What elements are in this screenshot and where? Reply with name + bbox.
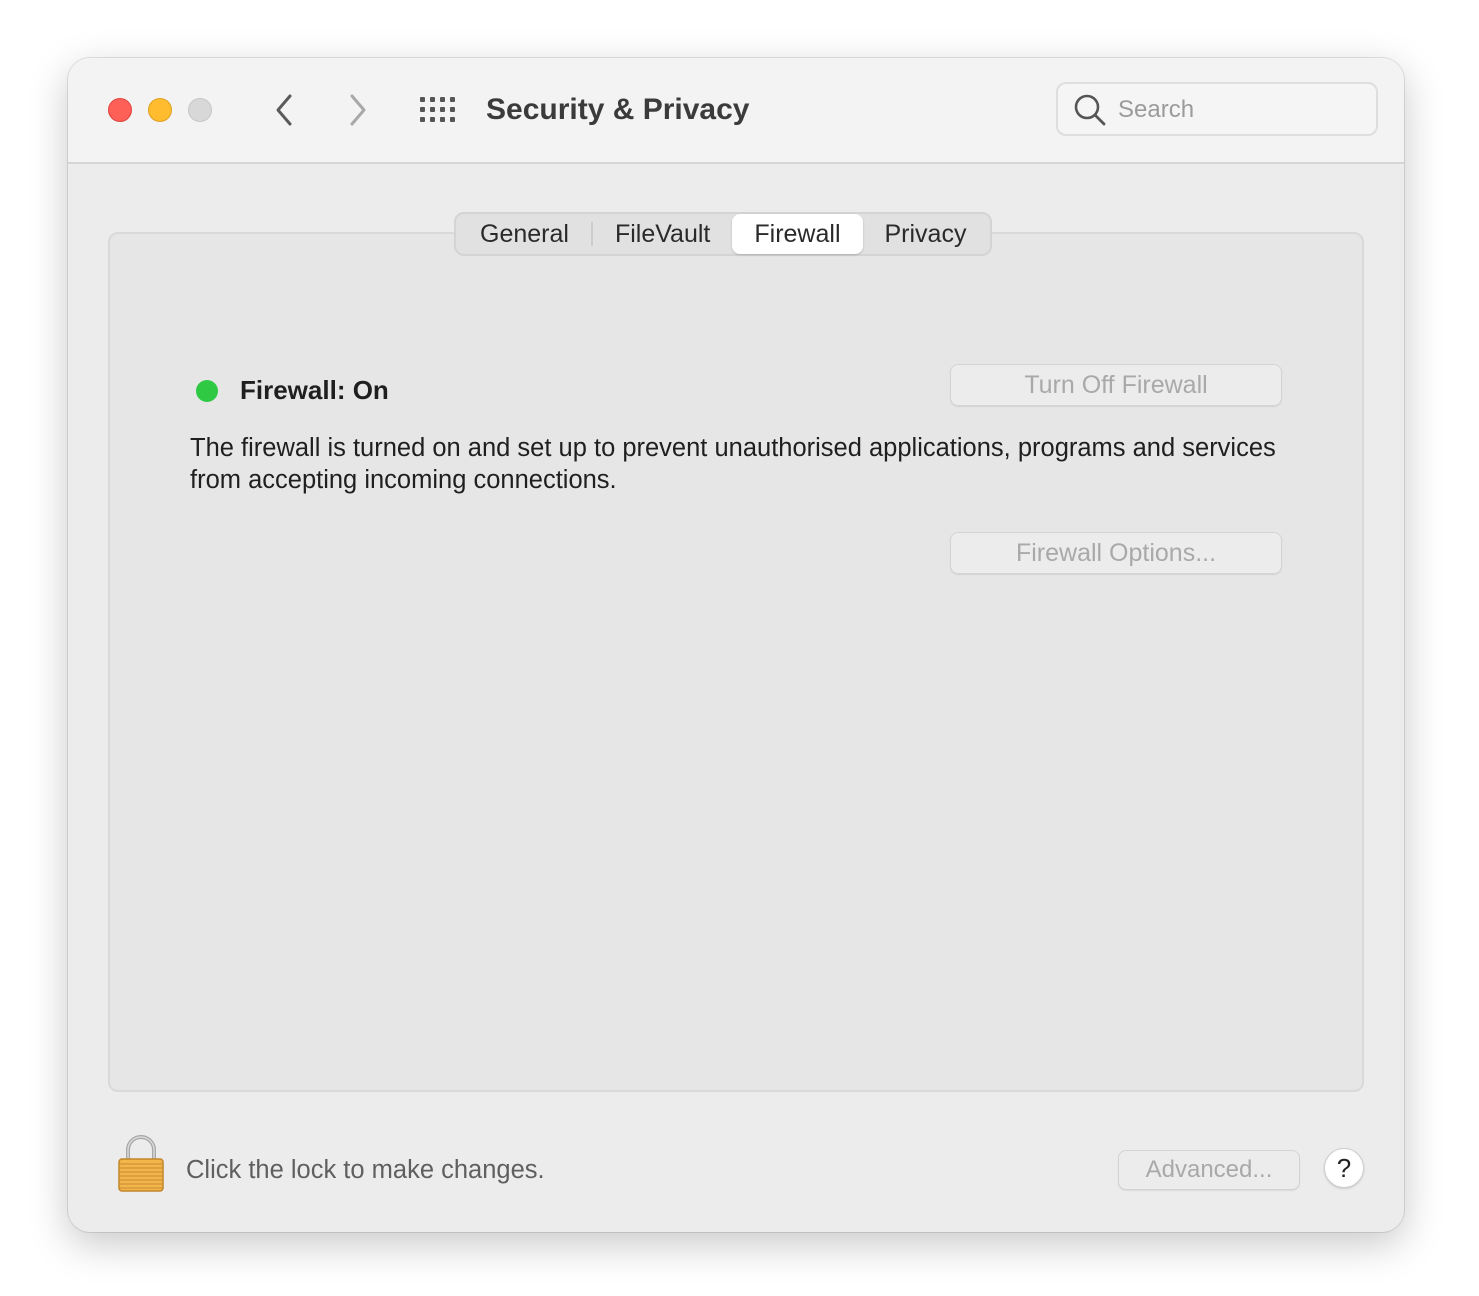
chevron-left-icon <box>276 94 292 126</box>
tab-bar: General FileVault Firewall Privacy <box>454 212 993 256</box>
help-button[interactable]: ? <box>1324 1148 1364 1188</box>
tab-filevault[interactable]: FileVault <box>615 214 732 254</box>
lock-button[interactable] <box>116 1132 166 1194</box>
advanced-button[interactable]: Advanced... <box>1118 1150 1300 1190</box>
tab-firewall-label: Firewall <box>754 219 841 248</box>
tab-firewall[interactable]: Firewall <box>732 214 863 254</box>
window-title: Security & Privacy <box>486 93 750 126</box>
search-icon <box>1074 94 1106 126</box>
tab-privacy-label: Privacy <box>884 219 967 248</box>
turn-off-firewall-button[interactable]: Turn Off Firewall <box>950 364 1282 406</box>
firewall-status: Firewall: On <box>240 375 389 405</box>
titlebar: Security & Privacy <box>68 58 1404 164</box>
firewall-options-button[interactable]: Firewall Options... <box>950 532 1282 574</box>
system-preferences-window: Security & Privacy Firewall: On Turn Off… <box>68 58 1404 1232</box>
firewall-description: The firewall is turned on and set up to … <box>190 434 1276 494</box>
grid-icon <box>420 97 455 122</box>
back-button[interactable] <box>264 90 304 130</box>
search-input[interactable] <box>1118 92 1358 128</box>
forward-button[interactable] <box>338 90 378 130</box>
tab-filevault-label: FileVault <box>614 219 711 248</box>
tab-privacy[interactable]: Privacy <box>863 214 989 254</box>
close-icon[interactable] <box>108 98 132 122</box>
tab-general[interactable]: General <box>458 214 615 254</box>
minimize-icon[interactable] <box>148 98 172 122</box>
maximize-icon[interactable] <box>188 98 212 122</box>
tab-general-label: General <box>480 222 593 247</box>
lock-icon <box>118 1135 164 1192</box>
firewall-panel: Firewall: On Turn Off Firewall The firew… <box>108 232 1364 1092</box>
lock-hint: Click the lock to make changes. <box>186 1156 545 1184</box>
search-field[interactable] <box>1056 82 1378 136</box>
chevron-right-icon <box>350 94 366 126</box>
show-all-button[interactable] <box>416 92 460 128</box>
status-indicator <box>196 380 218 402</box>
